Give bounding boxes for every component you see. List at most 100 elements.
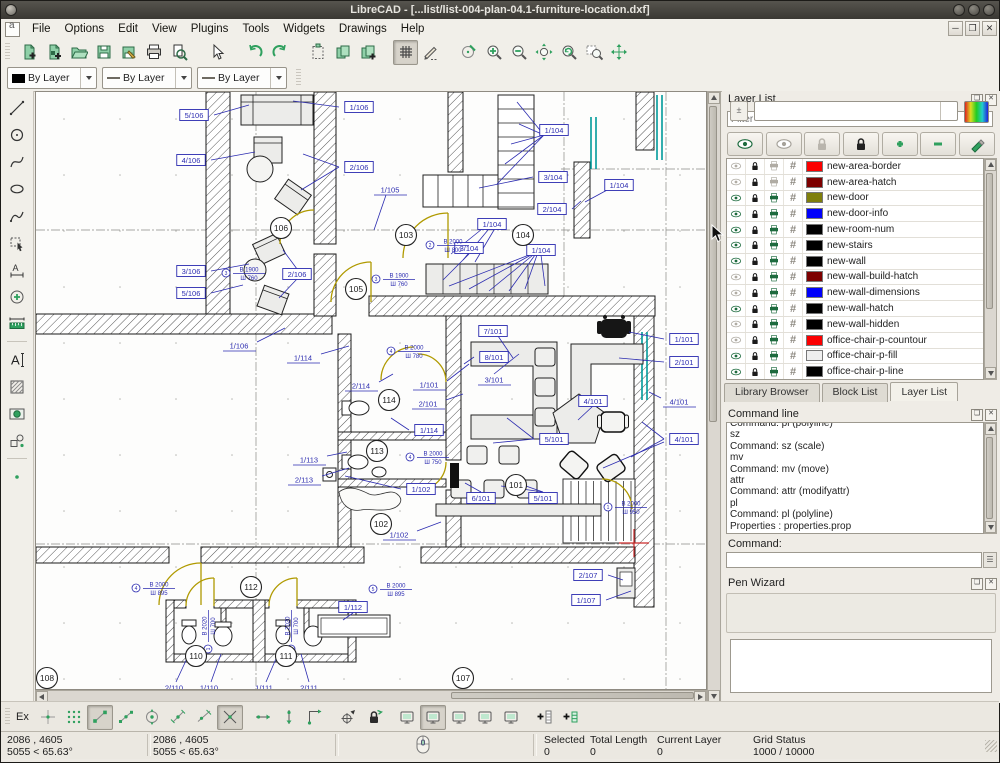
statusbar-widget-1-button[interactable]	[394, 705, 420, 730]
scroll-arrow-icon[interactable]	[985, 521, 996, 533]
command-options-button[interactable]: ☰	[983, 552, 997, 568]
restrict-vertical-button[interactable]	[276, 705, 302, 730]
snap-endpoint-button[interactable]	[87, 705, 113, 730]
image-tool-button[interactable]	[5, 401, 30, 426]
pen-wizard-color-button[interactable]	[964, 101, 989, 123]
close-panel-icon[interactable]: ✕	[985, 409, 997, 421]
layer-row[interactable]: #new-stairs	[727, 238, 983, 254]
dimension-tool-button[interactable]: A	[5, 257, 30, 282]
auto-zoom-button[interactable]	[531, 40, 556, 65]
layer-visibility-icon[interactable]	[727, 175, 746, 190]
redraw-button[interactable]	[456, 40, 481, 65]
layer-lock-icon[interactable]	[746, 238, 765, 253]
scroll-arrow-icon[interactable]	[985, 423, 996, 435]
open-button[interactable]	[66, 40, 91, 65]
layer-row[interactable]: #new-wall-hatch	[727, 301, 983, 317]
layer-color-swatch[interactable]	[806, 177, 823, 188]
undo-button[interactable]	[242, 40, 267, 65]
layer-print-icon[interactable]	[765, 317, 784, 332]
new-drawing-button[interactable]	[16, 40, 41, 65]
layer-construction-icon[interactable]: #	[784, 206, 803, 221]
layer-print-icon[interactable]	[765, 191, 784, 206]
select-pointer-button[interactable]	[204, 40, 229, 65]
layer-name[interactable]: new-wall-dimensions	[827, 287, 920, 298]
layer-lock-icon[interactable]	[746, 206, 765, 221]
paste-button[interactable]	[305, 40, 330, 65]
block-tool-button[interactable]	[5, 428, 30, 453]
layer-visibility-icon[interactable]	[727, 206, 746, 221]
layer-construction-icon[interactable]: #	[784, 222, 803, 237]
spline-tool-button[interactable]	[5, 149, 30, 174]
layer-visibility-icon[interactable]	[727, 159, 746, 174]
save-button[interactable]	[91, 40, 116, 65]
circle-tool-button[interactable]	[5, 122, 30, 147]
scroll-thumb[interactable]	[451, 692, 694, 699]
layer-visibility-icon[interactable]	[727, 349, 746, 364]
create-block-button[interactable]	[355, 40, 380, 65]
layer-construction-icon[interactable]: #	[784, 301, 803, 316]
layer-lock-icon[interactable]	[746, 191, 765, 206]
layer-visibility-icon[interactable]	[727, 301, 746, 316]
layer-lock-icon[interactable]	[746, 301, 765, 316]
layer-print-icon[interactable]	[765, 206, 784, 221]
restore-button[interactable]: ❐	[965, 21, 980, 36]
layer-row[interactable]: #new-area-hatch	[727, 175, 983, 191]
restrict-horizontal-button[interactable]	[250, 705, 276, 730]
modify-layer-button[interactable]	[959, 132, 995, 156]
ellipse-tool-button[interactable]	[5, 176, 30, 201]
color-combobox[interactable]: By Layer	[7, 67, 97, 89]
layer-row[interactable]: #new-wall-build-hatch	[727, 270, 983, 286]
layer-name[interactable]: new-area-border	[827, 161, 901, 172]
save-as-button[interactable]	[116, 40, 141, 65]
layer-name[interactable]: new-wall-hidden	[827, 319, 899, 330]
menu-item-view[interactable]: View	[145, 21, 184, 37]
restrict-orthogonal-button[interactable]	[302, 705, 328, 730]
toolbar-handle[interactable]	[5, 43, 10, 61]
layer-visibility-icon[interactable]	[727, 285, 746, 300]
layer-color-swatch[interactable]	[806, 161, 823, 172]
hatch-tool-button[interactable]	[5, 374, 30, 399]
layer-row[interactable]: # new-area-border	[727, 159, 983, 175]
tab-layer-list[interactable]: Layer List	[890, 382, 958, 401]
layer-name[interactable]: new-room-num	[827, 224, 894, 235]
title-bar[interactable]: LibreCAD - [...list/list-004-plan-04.1-f…	[1, 1, 999, 19]
layer-lock-icon[interactable]	[746, 364, 765, 379]
scroll-thumb[interactable]	[709, 106, 717, 422]
layer-name[interactable]: office-chair-p-countour	[827, 335, 927, 346]
layer-color-swatch[interactable]	[806, 287, 823, 298]
close-button[interactable]: ✕	[982, 21, 997, 36]
zoom-out-button[interactable]	[506, 40, 531, 65]
scroll-arrow-icon[interactable]	[708, 92, 720, 104]
insert-y-coordinate-button[interactable]	[557, 705, 583, 730]
width-combobox[interactable]: By Layer	[102, 67, 192, 89]
pen-wizard-list[interactable]	[730, 639, 992, 693]
snap-intersection-button[interactable]	[217, 705, 243, 730]
add-layer-button[interactable]	[882, 132, 918, 156]
chevron-down-icon[interactable]	[175, 68, 191, 88]
command-history-scrollbar[interactable]	[984, 422, 997, 534]
polyline-tool-button[interactable]	[5, 203, 30, 228]
insert-tool-button[interactable]	[5, 284, 30, 309]
pen-wizard-spin-button[interactable]: ±	[730, 101, 748, 121]
layer-construction-icon[interactable]: #	[784, 159, 803, 174]
layer-color-swatch[interactable]	[806, 192, 823, 203]
hide-all-layers-button[interactable]	[766, 132, 802, 156]
snap-distance-button[interactable]	[191, 705, 217, 730]
layer-construction-icon[interactable]: #	[784, 317, 803, 332]
draft-mode-button[interactable]	[418, 40, 443, 65]
menu-item-edit[interactable]: Edit	[111, 21, 145, 37]
layer-row[interactable]: #new-door	[727, 191, 983, 207]
snap-free-button[interactable]	[35, 705, 61, 730]
layer-name[interactable]: new-wall	[827, 256, 866, 267]
layer-construction-icon[interactable]: #	[784, 254, 803, 269]
layer-name[interactable]: new-area-hatch	[827, 177, 896, 188]
layer-row[interactable]: # new-room-num	[727, 222, 983, 238]
layer-lock-icon[interactable]	[746, 270, 765, 285]
layer-print-icon[interactable]	[765, 333, 784, 348]
zoom-in-button[interactable]	[481, 40, 506, 65]
layer-construction-icon[interactable]: #	[784, 364, 803, 379]
layer-color-swatch[interactable]	[806, 335, 823, 346]
text-tool-button[interactable]: A	[5, 347, 30, 372]
layer-color-swatch[interactable]	[806, 366, 823, 377]
float-panel-icon[interactable]: ❏	[971, 578, 983, 590]
